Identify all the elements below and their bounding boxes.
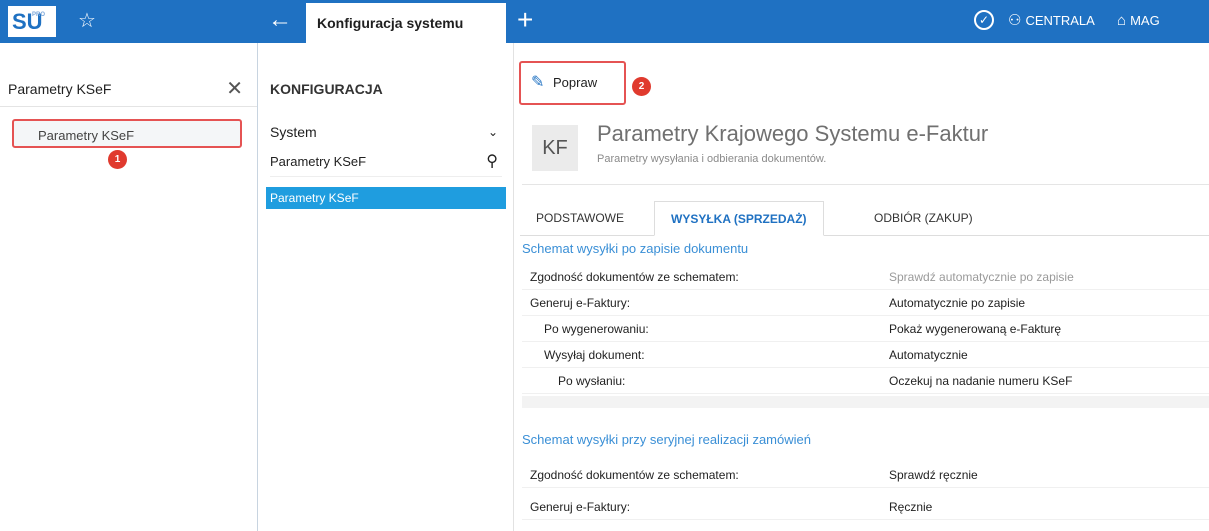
popraw-label: Popraw bbox=[553, 75, 598, 90]
module-select-value: System bbox=[270, 124, 317, 140]
param-value: Automatycznie bbox=[889, 348, 968, 362]
left-panel: Parametry KSeF ✕ Parametry KSeF 1 bbox=[0, 43, 258, 531]
warehouse-mag[interactable]: ⌂ MAG bbox=[1117, 12, 1160, 30]
logo-edition: PRO bbox=[32, 12, 46, 18]
tab-odbior[interactable]: ODBIÓR (ZAKUP) bbox=[858, 201, 989, 236]
param-row[interactable]: Generuj e-Faktury: Ręcznie bbox=[522, 494, 1209, 520]
section-divider bbox=[522, 396, 1209, 408]
step-badge-2: 2 bbox=[632, 77, 651, 96]
page-title: Parametry Krajowego Systemu e-Faktur bbox=[597, 121, 989, 146]
param-value: Sprawdź automatycznie po zapisie bbox=[889, 270, 1074, 284]
pencil-icon: ✎ bbox=[531, 74, 545, 91]
param-row[interactable]: Po wysłaniu: Oczekuj na nadanie numeru K… bbox=[522, 368, 1209, 394]
search-icon[interactable]: ⚲ bbox=[486, 147, 498, 177]
back-arrow-icon[interactable]: ← bbox=[268, 6, 292, 34]
section-heading-seryjna: Schemat wysyłki przy seryjnej realizacji… bbox=[522, 432, 811, 447]
section-heading-po-zapisie: Schemat wysyłki po zapisie dokumentu bbox=[522, 241, 749, 256]
page-subtitle: Parametry wysyłania i odbierania dokumen… bbox=[597, 153, 827, 165]
main-panel: ✎ Popraw 2 KF Parametry Krajowego System… bbox=[514, 43, 1209, 531]
company-label: CENTRALA bbox=[1025, 13, 1095, 28]
param-value: Ręcznie bbox=[889, 500, 933, 514]
tab-konfiguracja-systemu[interactable]: Konfiguracja systemu bbox=[306, 3, 506, 43]
param-row[interactable]: Generuj e-Faktury: Automatycznie po zapi… bbox=[522, 290, 1209, 316]
param-row[interactable]: Wysyłaj dokument: Automatycznie bbox=[522, 342, 1209, 368]
chevron-down-icon: ⌄ bbox=[487, 125, 498, 139]
popraw-button[interactable]: ✎ Popraw bbox=[519, 61, 626, 105]
param-label: Zgodność dokumentów ze schematem: bbox=[530, 468, 739, 482]
config-search-input[interactable]: Parametry KSeF ⚲ bbox=[270, 147, 502, 177]
config-panel: KONFIGURACJA System ⌄ Parametry KSeF ⚲ P… bbox=[258, 43, 514, 531]
search-text: Parametry KSeF bbox=[8, 81, 112, 97]
tab-podstawowe[interactable]: PODSTAWOWE bbox=[520, 201, 640, 236]
top-bar: SU PRO ☆ ← Konfiguracja systemu + ✓ ⚇ CENT… bbox=[0, 0, 1209, 43]
param-value: Pokaż wygenerowaną e-Fakturę bbox=[889, 322, 1062, 336]
page-header: KF Parametry Krajowego Systemu e-Faktur … bbox=[522, 115, 1209, 185]
warehouse-label: MAG bbox=[1130, 13, 1160, 28]
close-icon[interactable]: ✕ bbox=[226, 71, 243, 107]
warehouse-icon: ⌂ bbox=[1117, 12, 1127, 29]
param-label: Zgodność dokumentów ze schematem: bbox=[530, 270, 739, 284]
company-centrala[interactable]: ⚇ CENTRALA bbox=[1008, 12, 1095, 30]
param-label: Po wysłaniu: bbox=[558, 374, 626, 388]
config-search-text: Parametry KSeF bbox=[270, 154, 367, 169]
config-item-parametry-ksef[interactable]: Parametry KSeF bbox=[266, 187, 506, 209]
param-label: Generuj e-Faktury: bbox=[530, 500, 631, 514]
left-search-input[interactable]: Parametry KSeF ✕ bbox=[0, 71, 257, 107]
check-circle-icon[interactable]: ✓ bbox=[974, 10, 994, 30]
param-label: Po wygenerowaniu: bbox=[544, 322, 649, 336]
param-value: Oczekuj na nadanie numeru KSeF bbox=[889, 374, 1073, 388]
star-icon[interactable]: ☆ bbox=[78, 9, 96, 33]
tab-wysylka[interactable]: WYSYŁKA (SPRZEDAŻ) bbox=[654, 201, 824, 236]
param-value: Automatycznie po zapisie bbox=[889, 296, 1026, 310]
param-label: Wysyłaj dokument: bbox=[544, 348, 645, 362]
param-row[interactable]: Zgodność dokumentów ze schematem: Sprawd… bbox=[522, 264, 1209, 290]
param-row[interactable]: Po wygenerowaniu: Pokaż wygenerowaną e-F… bbox=[522, 316, 1209, 342]
param-label: Generuj e-Faktury: bbox=[530, 296, 631, 310]
tab-bar: PODSTAWOWE WYSYŁKA (SPRZEDAŻ) ODBIÓR (ZA… bbox=[520, 201, 1209, 236]
new-tab-plus-icon[interactable]: + bbox=[517, 4, 533, 36]
param-row[interactable]: Zgodność dokumentów ze schematem: Sprawd… bbox=[522, 462, 1209, 488]
app-logo[interactable]: SU PRO bbox=[8, 6, 56, 37]
module-select[interactable]: System ⌄ bbox=[270, 121, 502, 143]
company-icon: ⚇ bbox=[1008, 12, 1022, 29]
param-value: Sprawdź ręcznie bbox=[889, 468, 978, 482]
search-result-parametry-ksef[interactable]: Parametry KSeF bbox=[12, 119, 242, 148]
config-heading: KONFIGURACJA bbox=[270, 81, 383, 97]
step-badge-1: 1 bbox=[108, 150, 127, 169]
module-avatar: KF bbox=[532, 125, 578, 171]
